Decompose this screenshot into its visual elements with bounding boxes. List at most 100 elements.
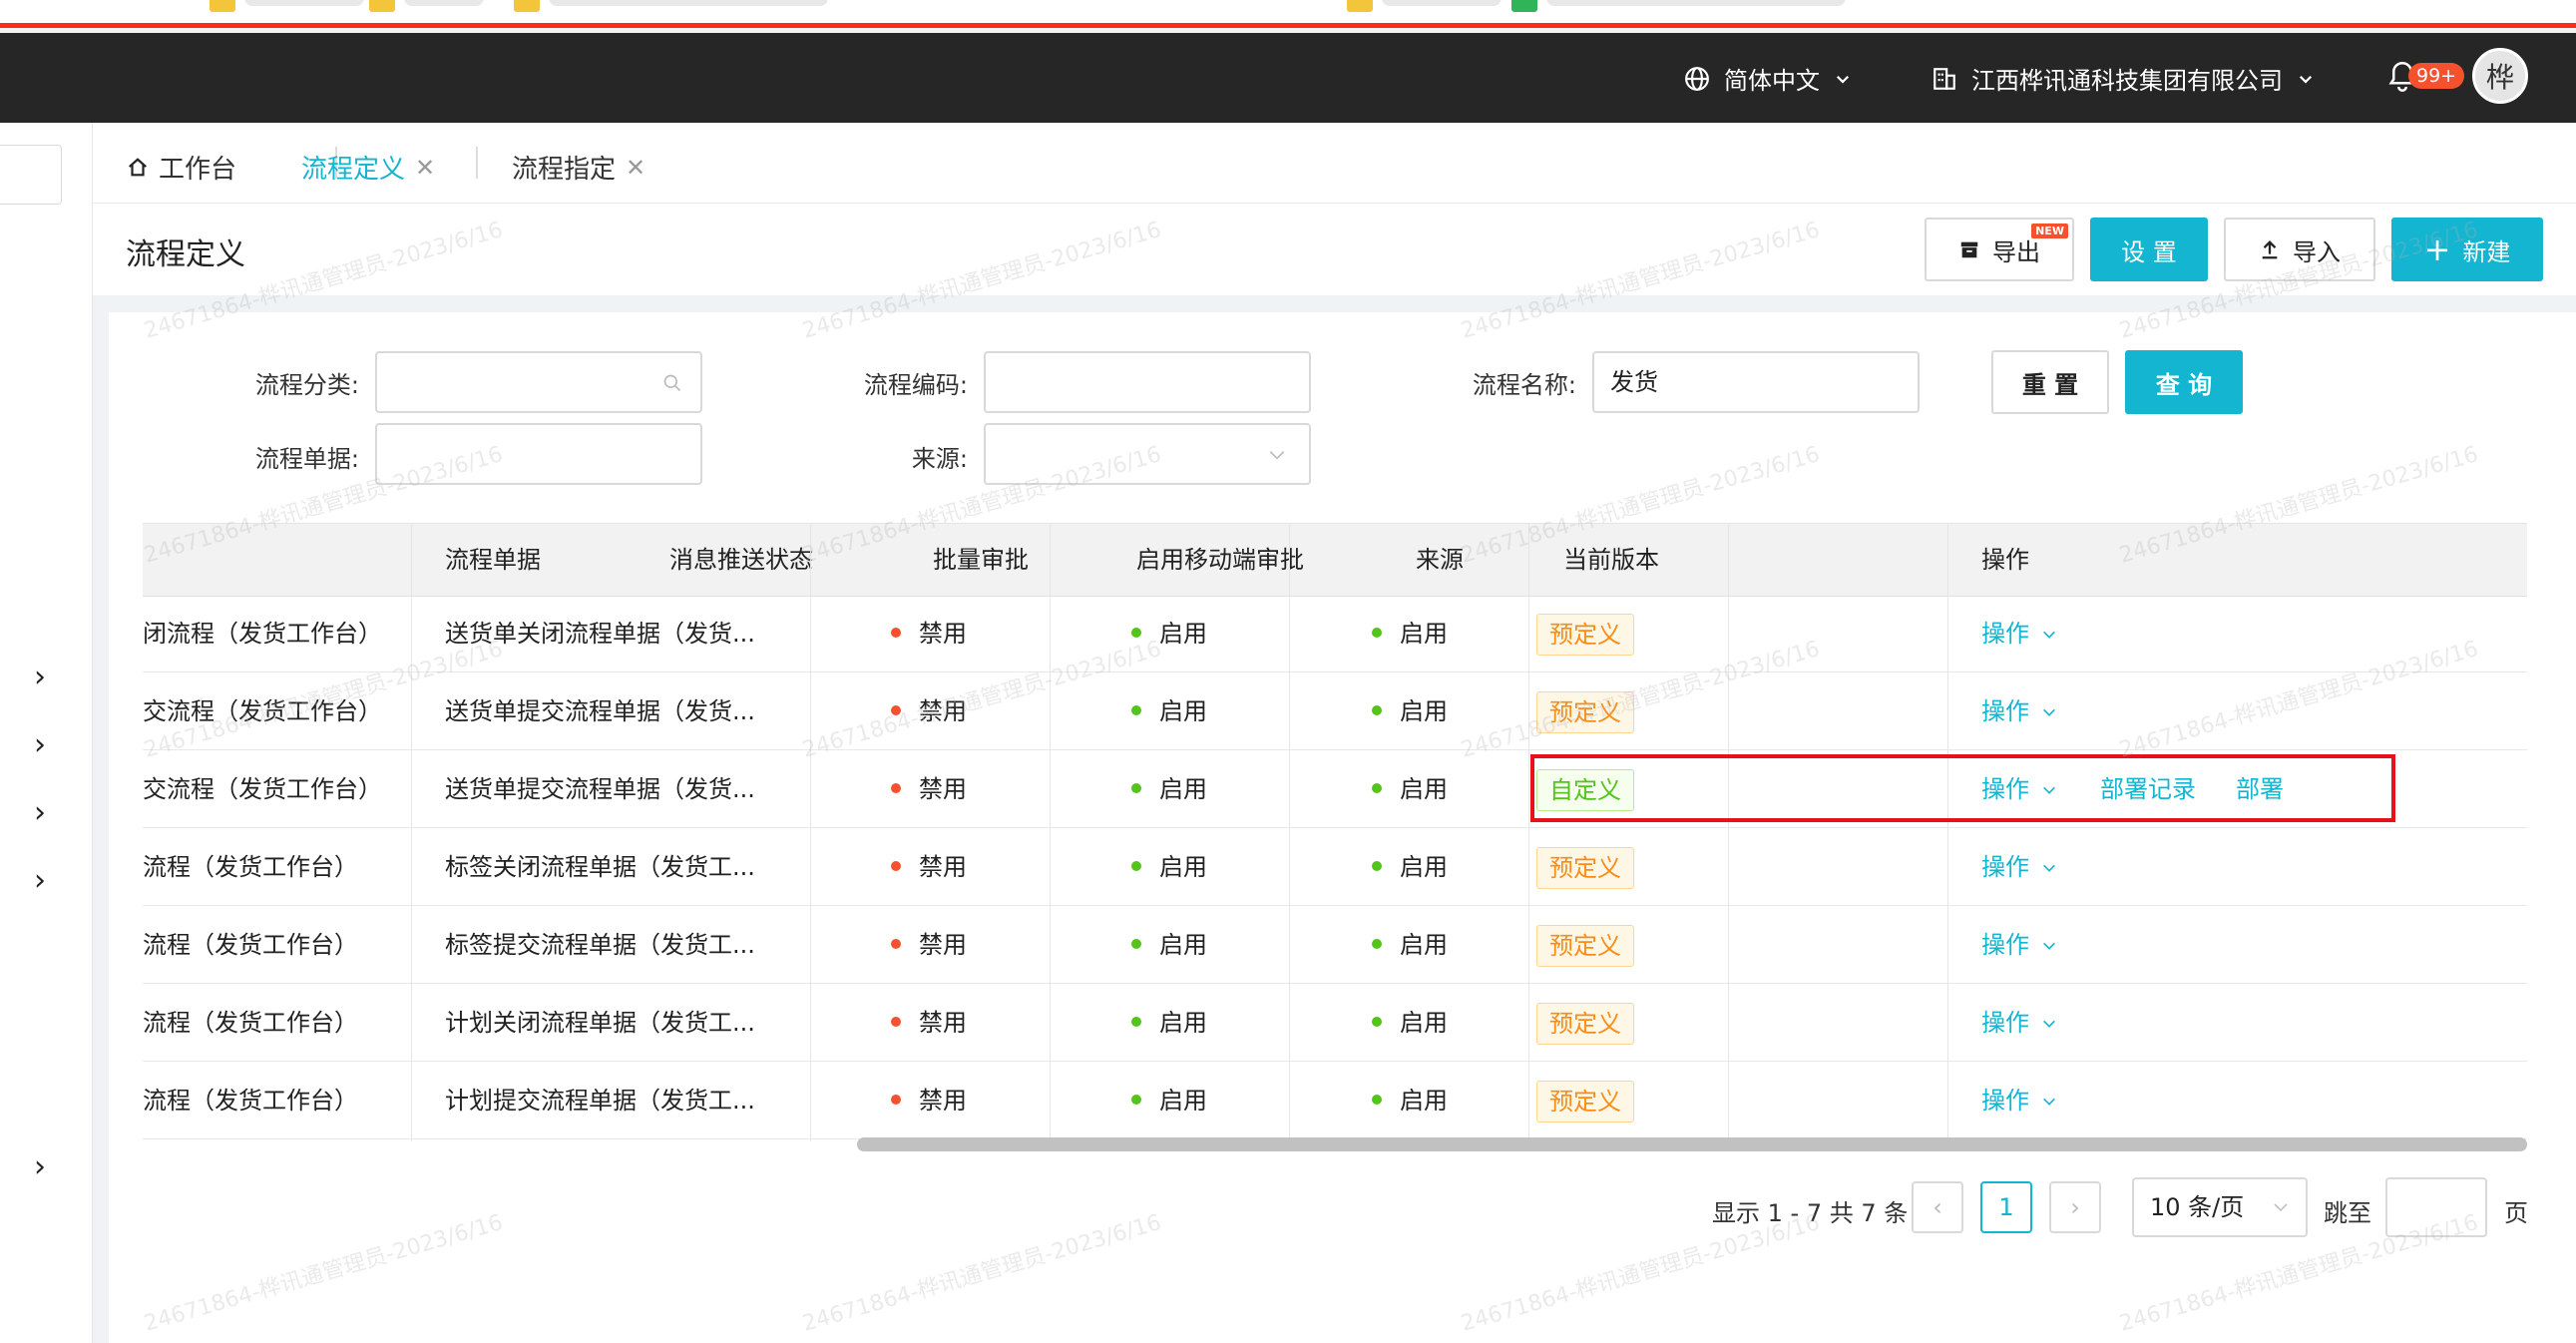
- action-label: 操作: [1981, 620, 2029, 648]
- code-input[interactable]: [984, 351, 1311, 413]
- bookmark-folder-icon[interactable]: [1347, 0, 1373, 12]
- bookmark-item[interactable]: [404, 0, 484, 6]
- status-dot: [1372, 939, 1382, 949]
- status-dot: [891, 705, 901, 715]
- tab-label: 流程定义: [301, 155, 406, 185]
- language-selector[interactable]: 简体中文: [1684, 61, 1852, 96]
- home-icon: [129, 157, 147, 176]
- action-dropdown[interactable]: 操作: [1981, 595, 2057, 672]
- status-text: 启用: [1400, 853, 1448, 881]
- process-name-cell: 闭流程（发货工作台）: [143, 620, 382, 648]
- bookmark-sheet-icon[interactable]: [1511, 0, 1537, 12]
- status-dot: [1131, 861, 1141, 871]
- chevron-right-icon[interactable]: ›: [34, 663, 58, 692]
- bookmark-item[interactable]: [1546, 0, 1846, 6]
- action-dropdown[interactable]: 操作: [1981, 906, 2057, 984]
- batch-approval-cell: 启用: [1131, 828, 1207, 906]
- close-icon[interactable]: ✕: [415, 154, 435, 182]
- status-text: 启用: [1159, 620, 1207, 648]
- query-button[interactable]: 查 询: [2125, 350, 2243, 414]
- bookmark-folder-icon[interactable]: [210, 0, 235, 12]
- next-page-button[interactable]: ›: [2049, 1181, 2101, 1233]
- source-cell: 预定义: [1536, 672, 1634, 750]
- action-dropdown[interactable]: 操作: [1981, 672, 2057, 750]
- jump-page-input[interactable]: [2385, 1177, 2487, 1237]
- prev-page-button[interactable]: ‹: [1912, 1181, 1963, 1233]
- chevron-right-icon[interactable]: ›: [34, 730, 58, 760]
- status-text: 禁用: [919, 1009, 967, 1037]
- source-select[interactable]: [984, 423, 1311, 485]
- upload-icon: [2262, 240, 2278, 259]
- reset-button[interactable]: 重 置: [1991, 350, 2109, 414]
- chevron-down-icon: [2042, 1020, 2055, 1028]
- create-label: 新建: [2462, 237, 2511, 266]
- push-status-cell: 禁用: [891, 750, 967, 828]
- status-dot: [1131, 939, 1141, 949]
- action-dropdown[interactable]: 操作: [1981, 1062, 2057, 1139]
- close-icon[interactable]: ✕: [626, 154, 645, 182]
- category-select[interactable]: [375, 351, 702, 413]
- chevron-right-icon[interactable]: ›: [34, 1152, 58, 1182]
- chevron-right-icon[interactable]: ›: [34, 866, 58, 896]
- bookmark-folder-icon[interactable]: [369, 0, 395, 12]
- column-divider: [411, 523, 412, 1141]
- column-header: 批量审批: [933, 546, 1029, 574]
- action-label: 操作: [1981, 853, 2029, 881]
- source-tag: 预定义: [1536, 614, 1634, 656]
- action-dropdown[interactable]: 操作: [1981, 828, 2057, 906]
- status-dot: [1372, 1017, 1382, 1027]
- mobile-approval-cell: 启用: [1372, 984, 1448, 1062]
- chevron-down-icon: [2274, 1203, 2288, 1212]
- import-label: 导入: [2293, 237, 2341, 266]
- tab-process-assignment[interactable]: 流程指定 ✕: [512, 149, 645, 186]
- create-button[interactable]: + 新建: [2391, 218, 2543, 281]
- source-cell: 预定义: [1536, 1062, 1634, 1139]
- chevron-down-icon: [2299, 75, 2313, 84]
- column-divider: [1728, 523, 1729, 1141]
- settings-button[interactable]: 设 置: [2090, 218, 2208, 281]
- action-dropdown[interactable]: 操作: [1981, 984, 2057, 1062]
- bookmark-item[interactable]: [244, 0, 364, 6]
- document-select[interactable]: [375, 423, 702, 485]
- status-text: 启用: [1400, 775, 1448, 803]
- sidebar-search-input[interactable]: [0, 145, 62, 205]
- name-label: 流程名称:: [1472, 371, 1576, 399]
- document-cell: 计划提交流程单据（发货工...: [445, 1087, 755, 1115]
- column-divider: [1050, 523, 1051, 1141]
- column-divider: [1528, 523, 1529, 1141]
- mobile-approval-cell: 启用: [1372, 1062, 1448, 1139]
- status-text: 启用: [1159, 697, 1207, 725]
- column-header: 流程单据: [445, 546, 541, 574]
- process-name-cell: 流程（发货工作台）: [143, 1009, 358, 1037]
- status-text: 禁用: [919, 1087, 967, 1115]
- company-selector[interactable]: 江西桦讯通科技集团有限公司: [1932, 61, 2315, 96]
- bookmark-item[interactable]: [1382, 0, 1502, 6]
- push-status-cell: 禁用: [891, 1062, 967, 1139]
- source-tag: 预定义: [1536, 847, 1634, 889]
- page-size-select[interactable]: 10 条/页: [2132, 1177, 2308, 1237]
- chevron-down-icon: [1836, 75, 1850, 84]
- pagination-summary: 显示 1 - 7 共 7 条: [1712, 1199, 1909, 1227]
- code-label: 流程编码:: [863, 371, 968, 399]
- tab-process-definition[interactable]: 流程定义 ✕: [301, 149, 435, 186]
- export-button[interactable]: 导出 NEW: [1925, 218, 2074, 281]
- tab-label: 流程指定: [512, 155, 617, 185]
- name-input[interactable]: 发货: [1592, 351, 1920, 413]
- document-cell: 计划关闭流程单据（发货工...: [445, 1009, 755, 1037]
- status-text: 启用: [1400, 931, 1448, 959]
- globe-icon: [1685, 66, 1709, 91]
- import-button[interactable]: 导入: [2224, 218, 2375, 281]
- status-text: 禁用: [919, 775, 967, 803]
- source-cell: 预定义: [1536, 906, 1634, 984]
- column-header: 消息推送状态: [669, 546, 813, 574]
- chevron-right-icon[interactable]: ›: [34, 798, 58, 828]
- horizontal-scrollbar[interactable]: [857, 1137, 2527, 1151]
- avatar[interactable]: 桦: [2472, 48, 2528, 104]
- status-dot: [891, 1017, 901, 1027]
- tab-workbench[interactable]: 工作台: [127, 149, 236, 186]
- version-cell: [1739, 906, 1938, 984]
- column-header: 操作: [1981, 546, 2029, 574]
- bookmark-folder-icon[interactable]: [514, 0, 540, 12]
- bookmark-item[interactable]: [549, 0, 828, 6]
- page-1-button[interactable]: 1: [1980, 1181, 2032, 1233]
